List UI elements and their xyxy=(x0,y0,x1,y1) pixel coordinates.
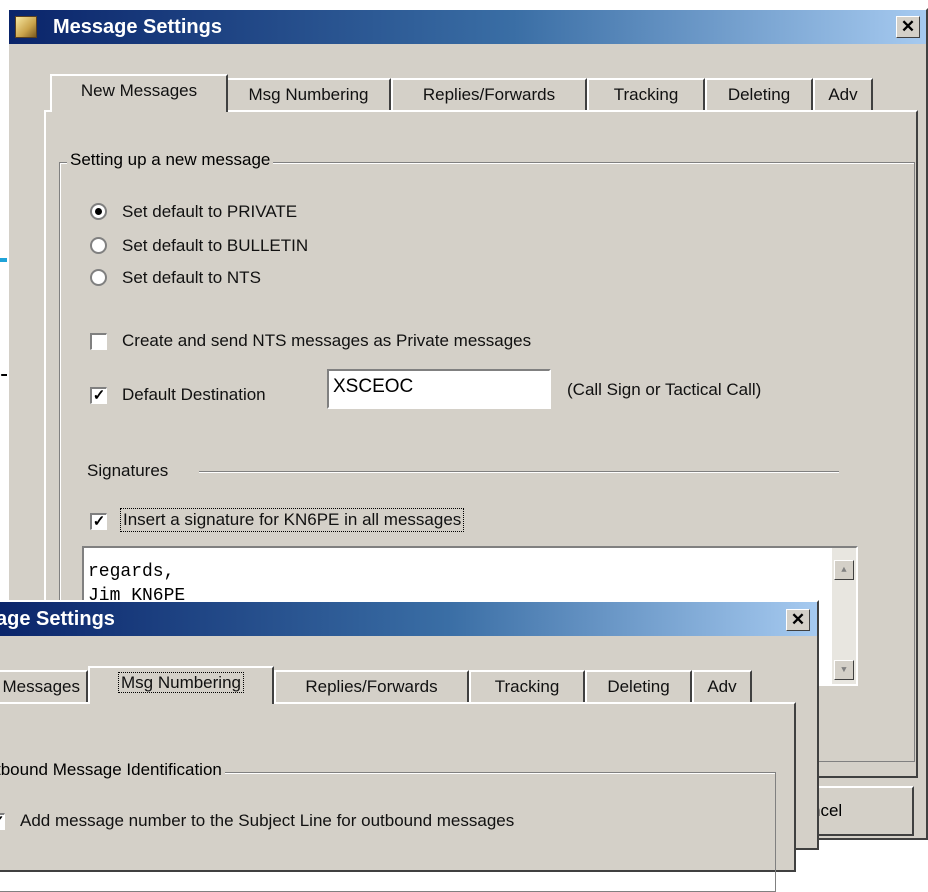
new-message-group-title: Setting up a new message xyxy=(67,150,274,170)
front-titlebar[interactable]: age Settings ✕ xyxy=(0,602,817,636)
insert-signature-checkbox[interactable]: ✓ xyxy=(90,513,107,530)
tab-msg-numbering[interactable]: Msg Numbering xyxy=(226,78,391,112)
front-settings-window: age Settings ✕ Messages Msg Numbering Re… xyxy=(0,600,819,892)
radio-nts-label: Set default to NTS xyxy=(122,268,261,287)
nts-private-checkbox[interactable] xyxy=(90,333,107,350)
outbound-id-groupbox xyxy=(0,772,776,892)
default-destination-label: Default Destination xyxy=(122,385,266,404)
radio-private-label: Set default to PRIVATE xyxy=(122,202,298,221)
tab-adv[interactable]: Adv xyxy=(692,670,752,704)
close-icon[interactable]: ✕ xyxy=(896,16,920,38)
tab-replies-forwards[interactable]: Replies/Forwards xyxy=(274,670,469,704)
front-window-title: age Settings xyxy=(0,608,115,630)
back-titlebar[interactable]: Message Settings ✕ xyxy=(9,10,926,44)
nts-private-label: Create and send NTS messages as Private … xyxy=(122,331,532,350)
signatures-divider xyxy=(199,471,839,473)
destination-hint: (Call Sign or Tactical Call) xyxy=(567,380,762,399)
tab-new-messages[interactable]: New Messages xyxy=(50,74,228,112)
tab-adv[interactable]: Adv xyxy=(813,78,873,112)
back-window-title: Message Settings xyxy=(53,16,222,38)
tab-msg-numbering-label: Msg Numbering xyxy=(118,672,244,693)
add-number-label: Add message number to the Subject Line f… xyxy=(20,811,515,830)
close-icon[interactable]: ✕ xyxy=(786,609,810,631)
add-number-checkbox[interactable]: ✓ xyxy=(0,813,5,830)
tab-deleting[interactable]: Deleting xyxy=(585,670,692,704)
signature-scrollbar[interactable]: ▲ ▼ xyxy=(832,548,856,684)
default-destination-checkbox[interactable]: ✓ xyxy=(90,387,107,404)
default-destination-input[interactable]: XSCEOC xyxy=(327,369,551,409)
radio-bulletin-label: Set default to BULLETIN xyxy=(122,236,309,255)
tab-msg-numbering-active[interactable]: Msg Numbering xyxy=(88,666,274,704)
tab-tracking[interactable]: Tracking xyxy=(587,78,705,112)
scroll-down-icon[interactable]: ▼ xyxy=(834,660,854,680)
signature-line-1: regards, xyxy=(88,562,175,582)
tab-replies-forwards[interactable]: Replies/Forwards xyxy=(391,78,587,112)
tab-messages[interactable]: Messages xyxy=(0,670,88,704)
radio-nts[interactable] xyxy=(90,269,107,286)
radio-bulletin[interactable] xyxy=(90,237,107,254)
app-icon xyxy=(15,16,37,38)
tab-deleting[interactable]: Deleting xyxy=(705,78,813,112)
signatures-title: Signatures xyxy=(87,461,169,480)
insert-signature-label: Insert a signature for KN6PE in all mess… xyxy=(120,508,465,532)
outbound-group-title: tbound Message Identification xyxy=(0,760,225,780)
scroll-up-icon[interactable]: ▲ xyxy=(834,560,854,580)
tab-tracking[interactable]: Tracking xyxy=(469,670,585,704)
radio-private[interactable] xyxy=(90,203,107,220)
